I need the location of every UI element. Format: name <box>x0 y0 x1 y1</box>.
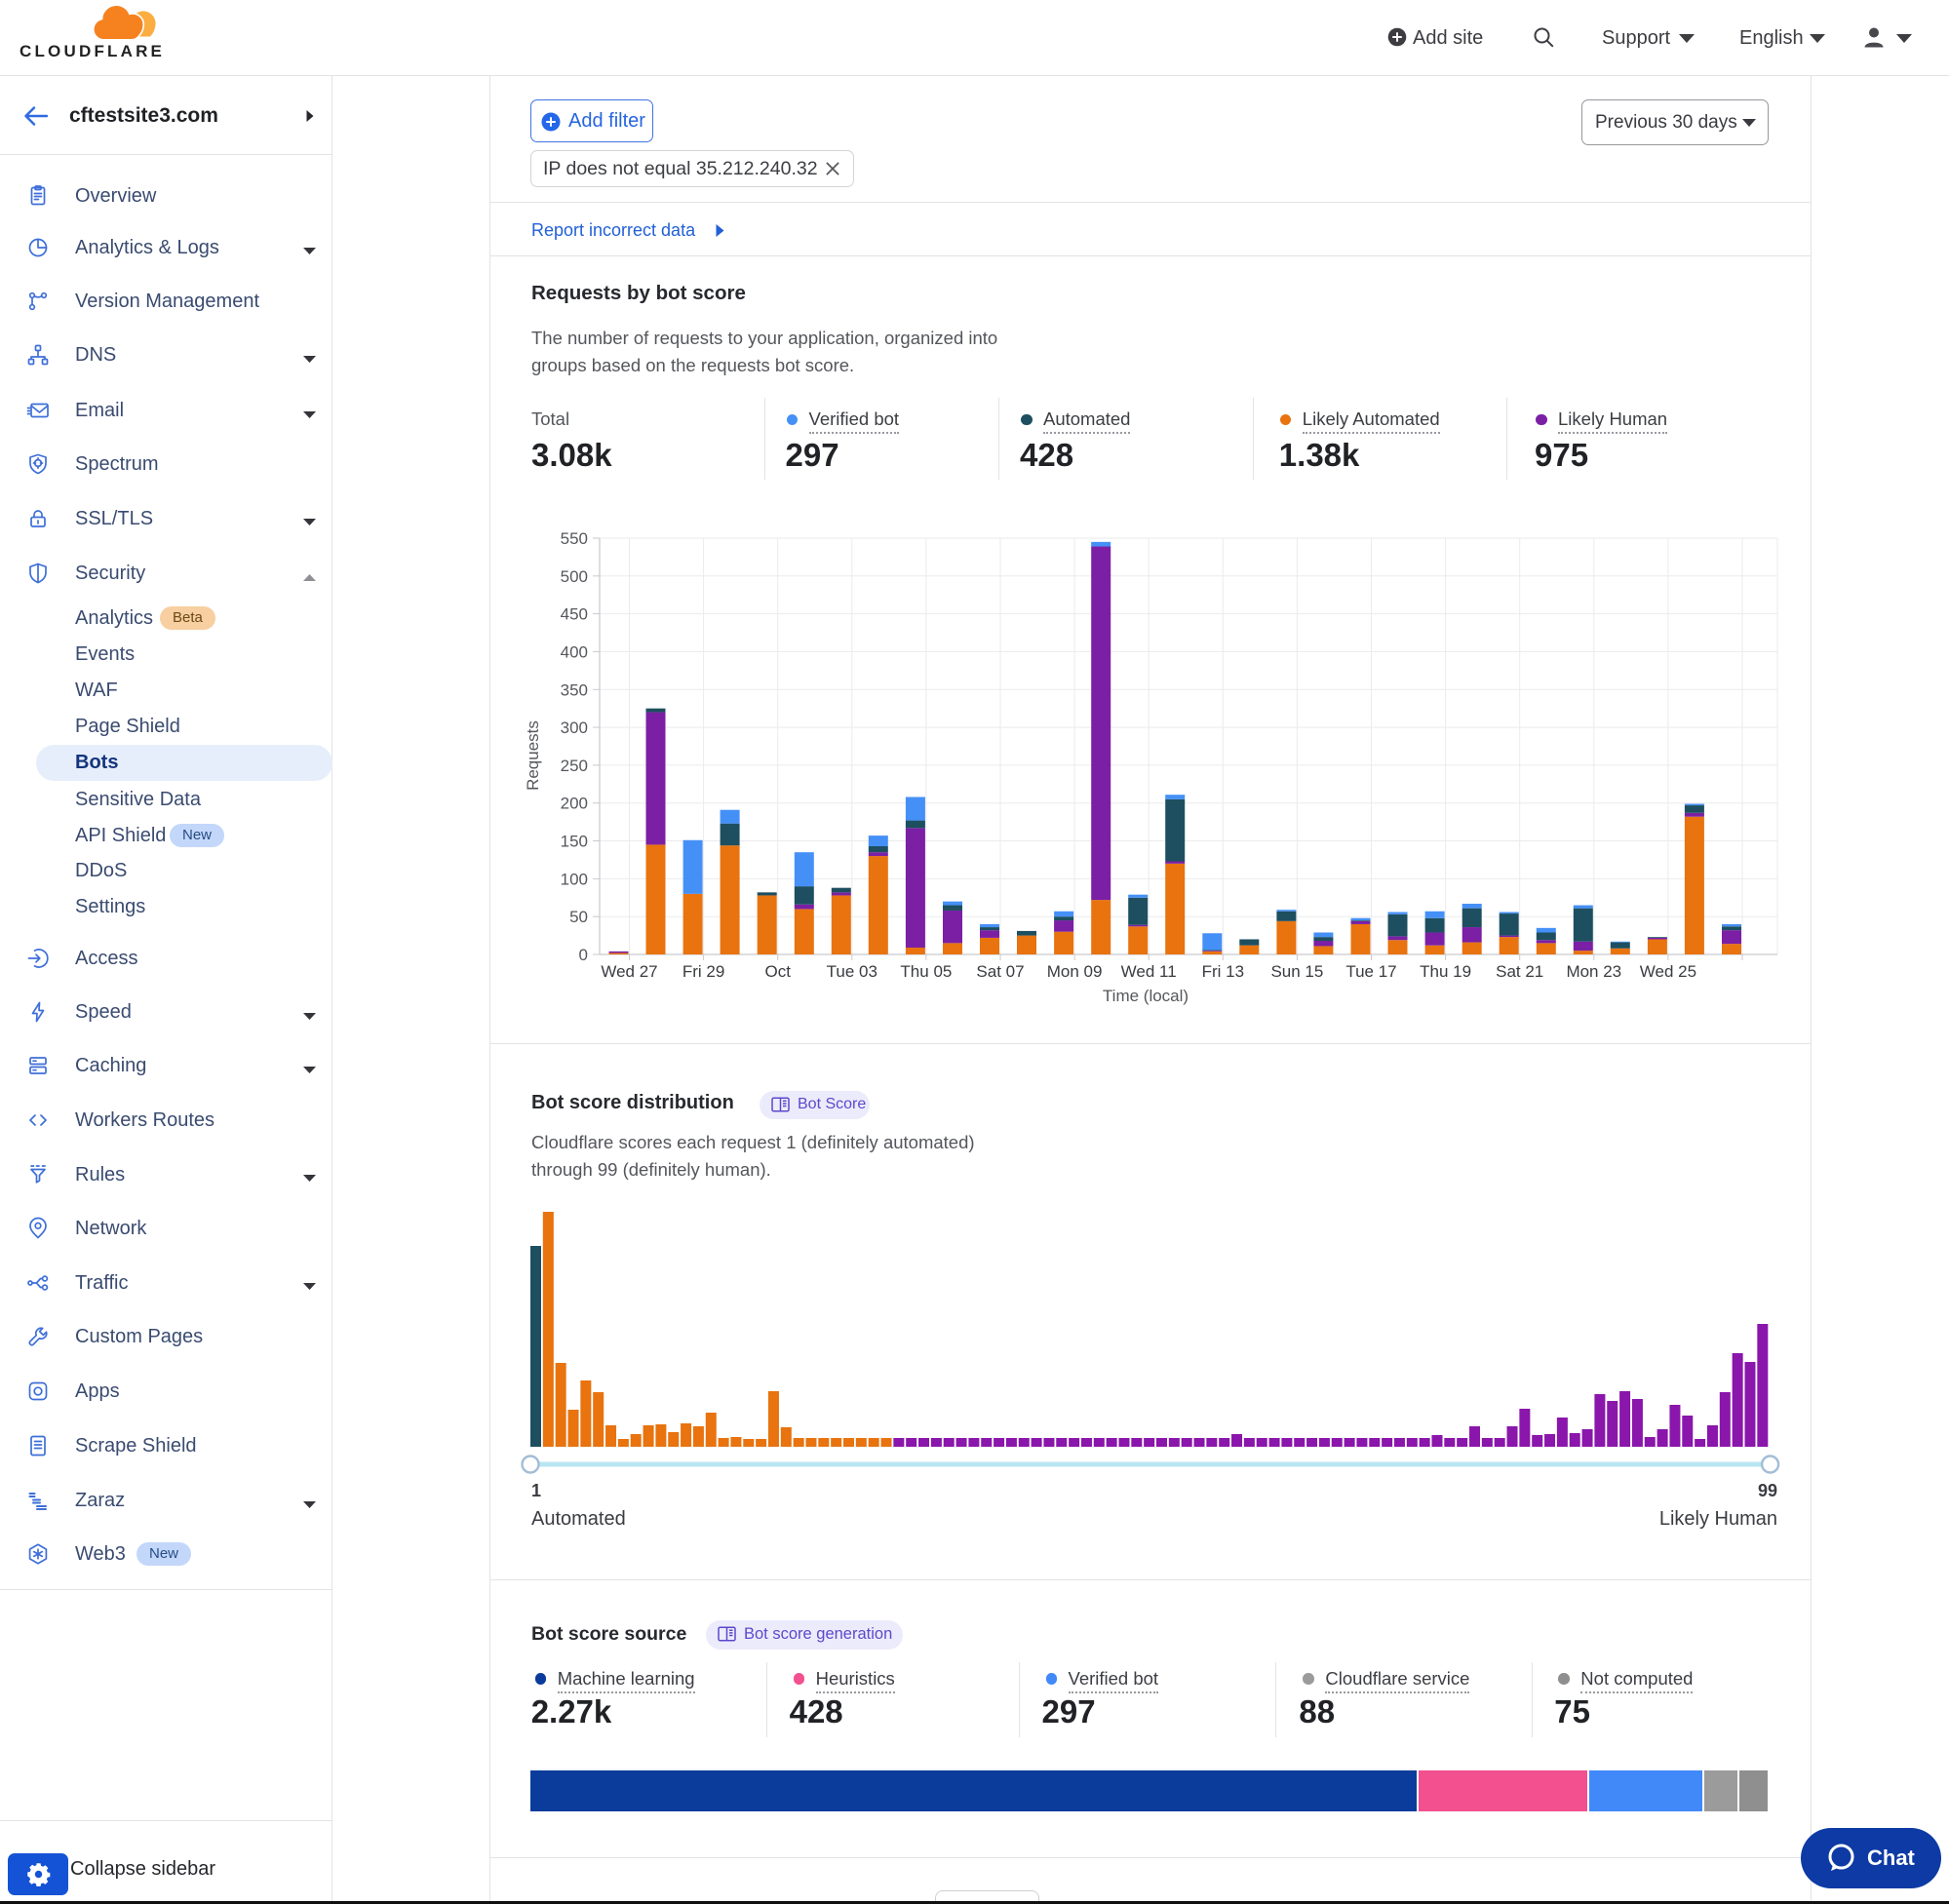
svg-text:300: 300 <box>561 719 588 737</box>
svg-text:Requests: Requests <box>524 720 542 791</box>
svg-text:400: 400 <box>561 642 588 661</box>
svg-text:Tue 03: Tue 03 <box>827 962 877 981</box>
svg-text:Mon 09: Mon 09 <box>1047 962 1103 981</box>
svg-text:100: 100 <box>561 870 588 888</box>
svg-text:200: 200 <box>561 795 588 813</box>
svg-text:150: 150 <box>561 833 588 851</box>
svg-text:50: 50 <box>569 908 588 926</box>
svg-text:Fri 13: Fri 13 <box>1202 962 1244 981</box>
svg-text:Time (local): Time (local) <box>1103 987 1189 1005</box>
svg-text:Thu 05: Thu 05 <box>900 962 952 981</box>
svg-text:250: 250 <box>561 757 588 775</box>
svg-text:Sun 15: Sun 15 <box>1270 962 1323 981</box>
svg-text:450: 450 <box>561 605 588 624</box>
svg-text:350: 350 <box>561 680 588 699</box>
svg-text:Sat 07: Sat 07 <box>976 962 1024 981</box>
svg-text:0: 0 <box>579 946 588 964</box>
svg-text:Sat 21: Sat 21 <box>1496 962 1543 981</box>
svg-text:Wed 11: Wed 11 <box>1121 962 1177 981</box>
svg-text:Mon 23: Mon 23 <box>1566 962 1621 981</box>
svg-text:Wed 27: Wed 27 <box>601 962 657 981</box>
svg-text:Thu 19: Thu 19 <box>1420 962 1471 981</box>
svg-text:500: 500 <box>561 567 588 586</box>
svg-text:Wed 25: Wed 25 <box>1640 962 1696 981</box>
svg-text:550: 550 <box>561 529 588 548</box>
svg-text:Oct: Oct <box>764 962 791 981</box>
svg-text:Tue 17: Tue 17 <box>1345 962 1396 981</box>
svg-text:Fri 29: Fri 29 <box>682 962 724 981</box>
